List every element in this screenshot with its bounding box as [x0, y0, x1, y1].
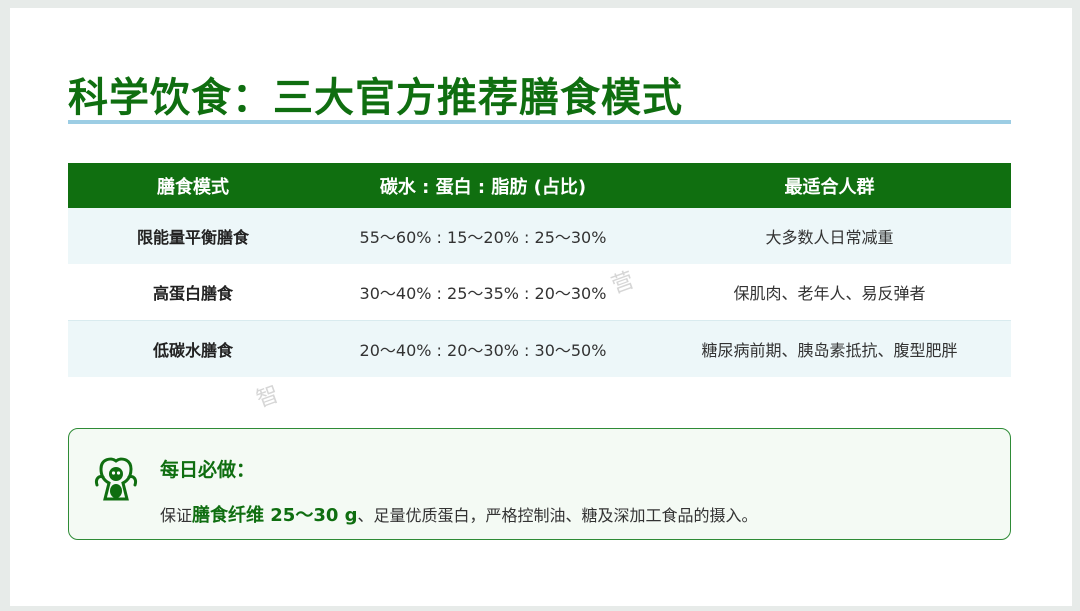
header-audience: 最适合人群 — [648, 163, 1011, 208]
cell-ratio: 30～40% : 25～35% : 20～30% — [318, 264, 648, 321]
cell-audience: 保肌肉、老年人、易反弹者 — [648, 264, 1011, 321]
header-ratio: 碳水 : 蛋白 : 脂肪 (占比) — [318, 163, 648, 208]
daily-tip-box: 每日必做： 保证膳食纤维 25～30 g、足量优质蛋白，严格控制油、糖及深加工食… — [68, 428, 1011, 540]
tip-text-emphasis: 膳食纤维 25～30 g — [192, 505, 358, 526]
diet-table: 膳食模式 碳水 : 蛋白 : 脂肪 (占比) 最适合人群 限能量平衡膳食 55～… — [68, 163, 1011, 377]
cell-mode: 限能量平衡膳食 — [68, 208, 318, 264]
tip-text: 保证膳食纤维 25～30 g、足量优质蛋白，严格控制油、糖及深加工食品的摄入。 — [160, 501, 758, 527]
mascot-icon — [93, 455, 139, 505]
cell-audience: 糖尿病前期、胰岛素抵抗、腹型肥胖 — [648, 320, 1011, 377]
cell-audience: 大多数人日常减重 — [648, 208, 1011, 264]
tip-text-prefix: 保证 — [160, 506, 193, 525]
title-underline — [68, 120, 1011, 124]
tip-text-suffix: 、足量优质蛋白，严格控制油、糖及深加工食品的摄入。 — [357, 506, 758, 525]
table-header-row: 膳食模式 碳水 : 蛋白 : 脂肪 (占比) 最适合人群 — [68, 163, 1011, 208]
page-title: 科学饮食：三大官方推荐膳食模式 — [68, 75, 683, 121]
watermark: 智 — [253, 381, 283, 413]
table-row: 高蛋白膳食 30～40% : 25～35% : 20～30% 保肌肉、老年人、易… — [68, 264, 1011, 321]
slide: 科学饮食：三大官方推荐膳食模式 膳食模式 碳水 : 蛋白 : 脂肪 (占比) 最… — [10, 8, 1072, 606]
tip-heading: 每日必做： — [160, 459, 256, 481]
cell-mode: 低碳水膳食 — [68, 320, 318, 377]
cell-mode: 高蛋白膳食 — [68, 264, 318, 321]
table-row: 低碳水膳食 20～40% : 20～30% : 30～50% 糖尿病前期、胰岛素… — [68, 320, 1011, 377]
table-row: 限能量平衡膳食 55～60% : 15～20% : 25～30% 大多数人日常减… — [68, 208, 1011, 264]
cell-ratio: 20～40% : 20～30% : 30～50% — [318, 320, 648, 377]
header-mode: 膳食模式 — [68, 163, 318, 208]
cell-ratio: 55～60% : 15～20% : 25～30% — [318, 208, 648, 264]
